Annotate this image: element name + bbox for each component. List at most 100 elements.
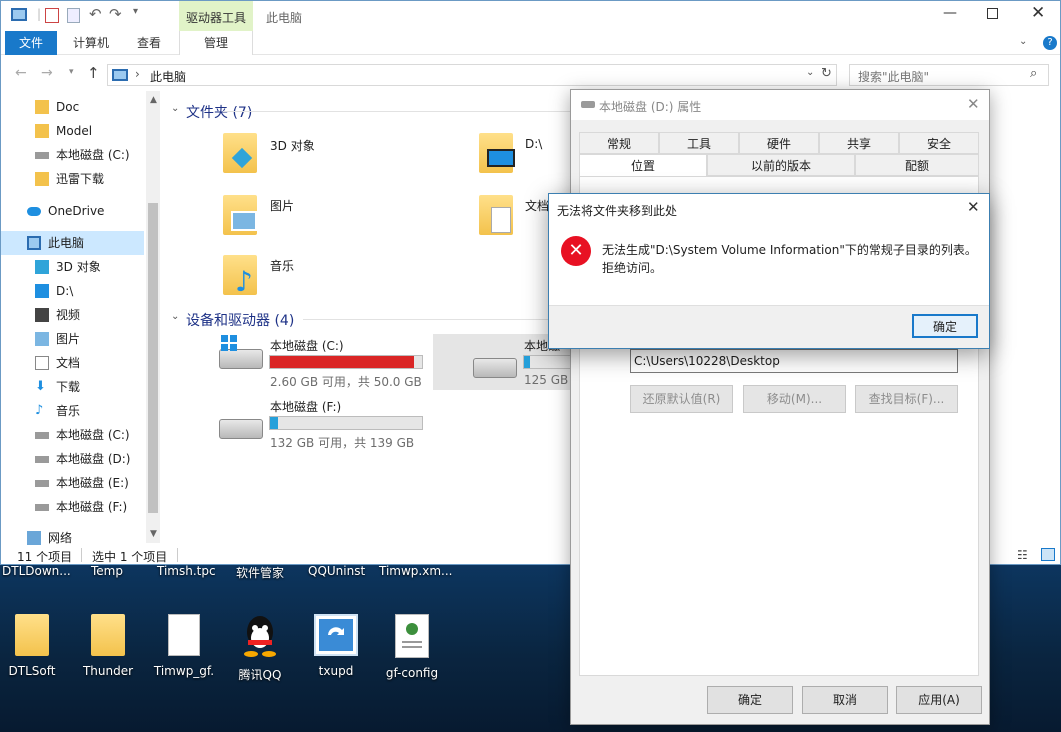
drive-f[interactable]: 本地磁盘 (F:) 132 GB 可用，共 139 GB: [215, 397, 425, 450]
address-dropdown-icon[interactable]: ⌄: [806, 67, 814, 78]
up-icon[interactable]: ↑: [87, 64, 100, 82]
redo-icon[interactable]: ↷: [109, 5, 122, 23]
new-folder-quick-icon[interactable]: [67, 8, 80, 23]
desktop-label[interactable]: Timsh.tpc: [157, 564, 216, 578]
tab-4[interactable]: 安全: [899, 132, 979, 154]
folder-pictures[interactable]: [223, 195, 261, 239]
properties-quick-icon[interactable]: [45, 8, 59, 23]
tab-1[interactable]: 工具: [659, 132, 739, 154]
apply-button[interactable]: 应用(A): [896, 686, 982, 714]
sidebar-item[interactable]: 此电脑: [1, 231, 144, 255]
expand-ribbon-icon[interactable]: ⌄: [1019, 36, 1027, 47]
desktop-icon-label: txupd: [318, 664, 354, 678]
folder-label[interactable]: D:\: [525, 137, 542, 151]
close-icon[interactable]: ✕: [1031, 3, 1045, 23]
close-icon[interactable]: ✕: [967, 198, 980, 216]
tab-3[interactable]: 共享: [819, 132, 899, 154]
close-icon[interactable]: ✕: [967, 95, 980, 113]
desktop-icon-dtlsoft[interactable]: DTLSoft: [0, 614, 70, 678]
folder-3d-objects[interactable]: [223, 133, 261, 177]
nav-scrollbar[interactable]: ▲ ▼: [146, 91, 160, 543]
desktop-label[interactable]: Timwp.xm...: [379, 564, 452, 578]
drive-c[interactable]: 本地磁盘 (C:) 2.60 GB 可用，共 50.0 GB: [215, 335, 425, 389]
tab-row2-2[interactable]: 配额: [855, 154, 979, 176]
sidebar-item[interactable]: Model: [1, 119, 144, 143]
devices-group-header[interactable]: 设备和驱动器 (4): [186, 310, 294, 330]
sidebar-item[interactable]: 本地磁盘 (F:): [1, 495, 144, 519]
drive-icon: [35, 432, 49, 439]
desktop-icon-timwp[interactable]: Timwp_gf.: [146, 614, 222, 678]
scroll-up-icon[interactable]: ▲: [150, 95, 157, 105]
search-input[interactable]: 搜索"此电脑": [858, 68, 929, 85]
folder-label[interactable]: 音乐: [270, 257, 294, 274]
details-view-icon[interactable]: ☷: [1017, 548, 1028, 562]
sidebar-item[interactable]: ♪ 音乐: [1, 399, 144, 423]
location-path-input[interactable]: C:\Users\10228\Desktop: [630, 349, 958, 373]
breadcrumb[interactable]: 此电脑: [150, 68, 186, 85]
folder-music[interactable]: ♪: [223, 255, 261, 299]
desktop-icon-txupd[interactable]: txupd: [298, 614, 374, 678]
sidebar-item[interactable]: 视频: [1, 303, 144, 327]
scroll-down-icon[interactable]: ▼: [150, 529, 157, 539]
status-item-count: 11 个项目: [17, 550, 73, 564]
search-icon[interactable]: ⌕: [1030, 66, 1037, 81]
desktop-icon-qq[interactable]: 腾讯QQ: [222, 614, 298, 683]
folder-d[interactable]: [479, 133, 519, 177]
desktop-label[interactable]: DTLDown...: [2, 564, 71, 578]
sidebar-item[interactable]: 迅雷下载: [1, 167, 144, 191]
minimize-icon[interactable]: —: [943, 5, 957, 21]
desktop-label[interactable]: 软件管家: [236, 564, 284, 581]
sidebar-item[interactable]: 图片: [1, 327, 144, 351]
address-bar[interactable]: › 此电脑 ⌄ ↻: [107, 64, 837, 86]
sidebar-item[interactable]: 本地磁盘 (C:): [1, 423, 144, 447]
large-icons-view-icon[interactable]: [1041, 548, 1055, 561]
tab-view[interactable]: 查看: [125, 31, 173, 55]
customize-quick-access-icon[interactable]: ▾: [133, 6, 138, 17]
sidebar-item[interactable]: OneDrive: [1, 199, 144, 223]
cancel-button[interactable]: 取消: [802, 686, 888, 714]
restore-default-button[interactable]: 还原默认值(R): [630, 385, 733, 413]
tab-file[interactable]: 文件: [5, 31, 57, 55]
ok-button[interactable]: 确定: [707, 686, 793, 714]
help-icon[interactable]: ?: [1043, 36, 1057, 50]
desktop-label[interactable]: Temp: [91, 564, 123, 578]
scrollbar-thumb[interactable]: [148, 203, 158, 513]
desktop-label[interactable]: QQUninst: [308, 564, 365, 578]
folder-label[interactable]: 文档: [525, 197, 549, 214]
search-box[interactable]: 搜索"此电脑" ⌕: [849, 64, 1049, 86]
sidebar-item[interactable]: 本地磁盘 (E:): [1, 471, 144, 495]
tab-row2-1[interactable]: 以前的版本: [707, 154, 855, 176]
desktop-icon-gf-config[interactable]: gf-config: [374, 614, 450, 680]
sidebar-item[interactable]: Doc: [1, 95, 144, 119]
pictures-icon: [35, 332, 49, 346]
tab-2[interactable]: 硬件: [739, 132, 819, 154]
sidebar-item[interactable]: 文档: [1, 351, 144, 375]
collapse-group-icon[interactable]: ⌄: [171, 311, 179, 322]
folder-label[interactable]: 3D 对象: [270, 137, 315, 154]
sidebar-item[interactable]: D:\: [1, 279, 144, 303]
move-button[interactable]: 移动(M)...: [743, 385, 846, 413]
breadcrumb-chevron-icon[interactable]: ›: [135, 67, 140, 81]
forward-icon[interactable]: →: [41, 65, 53, 81]
refresh-icon[interactable]: ↻: [821, 66, 832, 81]
find-target-button[interactable]: 查找目标(F)...: [855, 385, 958, 413]
tab-0[interactable]: 常规: [579, 132, 659, 154]
recent-locations-icon[interactable]: ▾: [69, 67, 74, 77]
sidebar-item[interactable]: 3D 对象: [1, 255, 144, 279]
tab-manage[interactable]: 管理: [179, 31, 253, 55]
folder-label[interactable]: 图片: [270, 197, 294, 214]
undo-icon[interactable]: ↶: [89, 5, 102, 23]
sidebar-item[interactable]: 本地磁盘 (D:): [1, 447, 144, 471]
tab-computer[interactable]: 计算机: [61, 31, 121, 55]
sidebar-item-label: 迅雷下载: [56, 172, 105, 186]
error-ok-button[interactable]: 确定: [912, 314, 978, 338]
tab-row2-0[interactable]: 位置: [579, 154, 707, 178]
collapse-group-icon[interactable]: ⌄: [171, 103, 179, 114]
sidebar-item[interactable]: 本地磁盘 (C:): [1, 143, 144, 167]
folders-group-header[interactable]: 文件夹 (7): [186, 102, 252, 122]
sidebar-item[interactable]: ⬇ 下载: [1, 375, 144, 399]
folder-documents[interactable]: [479, 195, 519, 239]
maximize-icon[interactable]: [987, 8, 998, 19]
back-icon[interactable]: ←: [15, 65, 27, 81]
desktop-icon-thunder[interactable]: Thunder: [70, 614, 146, 678]
